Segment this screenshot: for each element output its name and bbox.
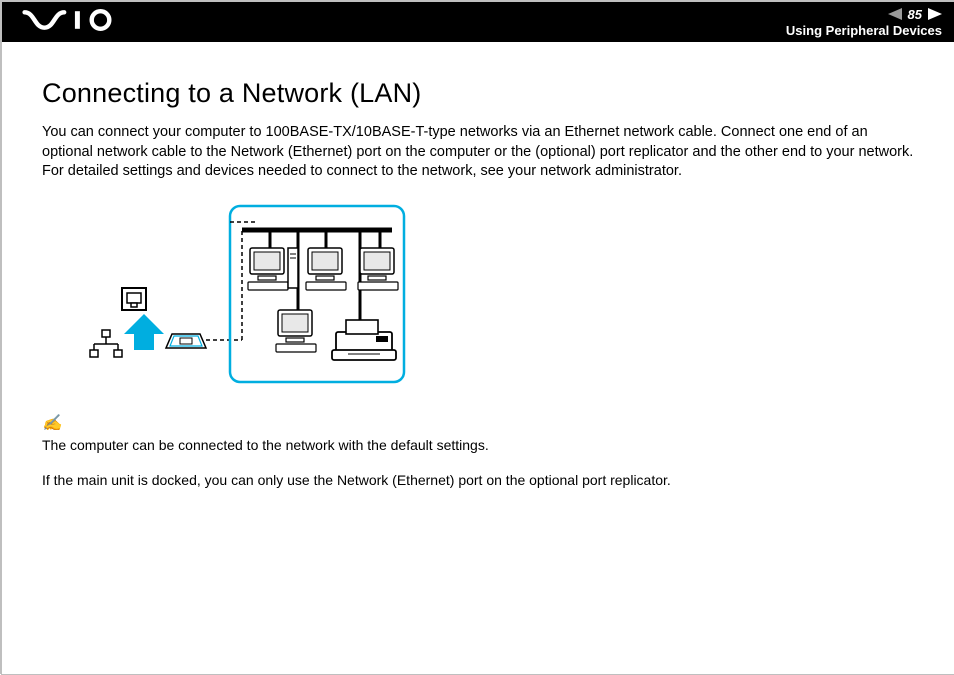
tower-icon [288,248,298,288]
desktop-icon [306,248,346,290]
vaio-logo [18,9,128,36]
next-page-icon[interactable] [928,8,942,20]
page-header: 85 Using Peripheral Devices [2,2,954,42]
note-icon: ✍ [42,413,62,435]
network-icon [90,330,122,357]
lan-diagram [70,200,914,395]
note-text: If the main unit is docked, you can only… [42,471,914,490]
printer-icon [332,320,396,360]
desktop-icon [276,310,316,352]
page-content: Connecting to a Network (LAN) You can co… [2,42,954,490]
note-text: The computer can be connected to the net… [42,436,914,455]
page-title: Connecting to a Network (LAN) [42,78,914,109]
notes-block: ✍ The computer can be connected to the n… [42,413,914,490]
section-label: Using Peripheral Devices [786,23,942,38]
page-number: 85 [908,7,922,22]
page-navigator: 85 [786,7,942,22]
prev-page-icon[interactable] [888,8,902,20]
desktop-icon [358,248,398,290]
arrow-up-icon [124,314,164,350]
ethernet-port-icon [122,288,146,310]
desktop-icon [248,248,288,290]
laptop-icon [166,334,206,348]
intro-paragraph: You can connect your computer to 100BASE… [42,123,914,182]
